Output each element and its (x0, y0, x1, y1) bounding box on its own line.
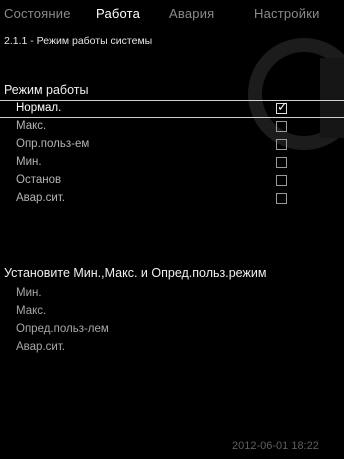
mode-option-emergency[interactable]: Авар.сит. (0, 191, 344, 209)
mode-option-label: Мин. (16, 156, 42, 168)
mode-max-checkbox[interactable] (276, 121, 287, 132)
mode-option-label: Нормал. (16, 102, 62, 114)
tab-bar: Состояние Работа Авария Настройки (0, 6, 344, 26)
datetime-display: 2012-06-01 18:22 (232, 440, 319, 452)
settings-section-title: Установите Мин.,Макс. и Опред.польз.режи… (4, 266, 267, 280)
mode-user-defined-checkbox[interactable] (276, 139, 287, 150)
mode-stop-checkbox[interactable] (276, 175, 287, 186)
mode-option-max[interactable]: Макс. (0, 119, 344, 137)
mode-option-min[interactable]: Мин. (0, 155, 344, 173)
mode-option-label: Авар.сит. (16, 192, 65, 204)
checkmark-icon: ✓ (277, 99, 288, 114)
mode-min-checkbox[interactable] (276, 157, 287, 168)
operating-mode-title: Режим работы (4, 83, 89, 97)
mode-normal-checkbox[interactable]: ✓ (276, 99, 288, 114)
tab-alarm[interactable]: Авария (169, 6, 214, 21)
tab-operation[interactable]: Работа (96, 6, 140, 21)
mode-emergency-checkbox[interactable] (276, 193, 287, 204)
mode-option-user-defined[interactable]: Опр.польз-ем (0, 137, 344, 155)
tab-status[interactable]: Состояние (4, 6, 71, 21)
settings-item-min[interactable]: Мин. (16, 287, 42, 299)
mode-option-label: Опр.польз-ем (16, 138, 90, 150)
settings-item-user-defined[interactable]: Опред.польз-лем (16, 323, 109, 335)
mode-option-label: Макс. (16, 120, 47, 132)
breadcrumb: 2.1.1 - Режим работы системы (4, 35, 153, 47)
settings-item-max[interactable]: Макс. (16, 305, 46, 317)
mode-option-stop[interactable]: Останов (0, 173, 344, 191)
settings-item-emergency[interactable]: Авар.сит. (16, 341, 65, 353)
mode-option-label: Останов (16, 174, 62, 186)
mode-option-normal[interactable]: Нормал. ✓ (0, 99, 344, 119)
tab-settings[interactable]: Настройки (254, 6, 320, 21)
